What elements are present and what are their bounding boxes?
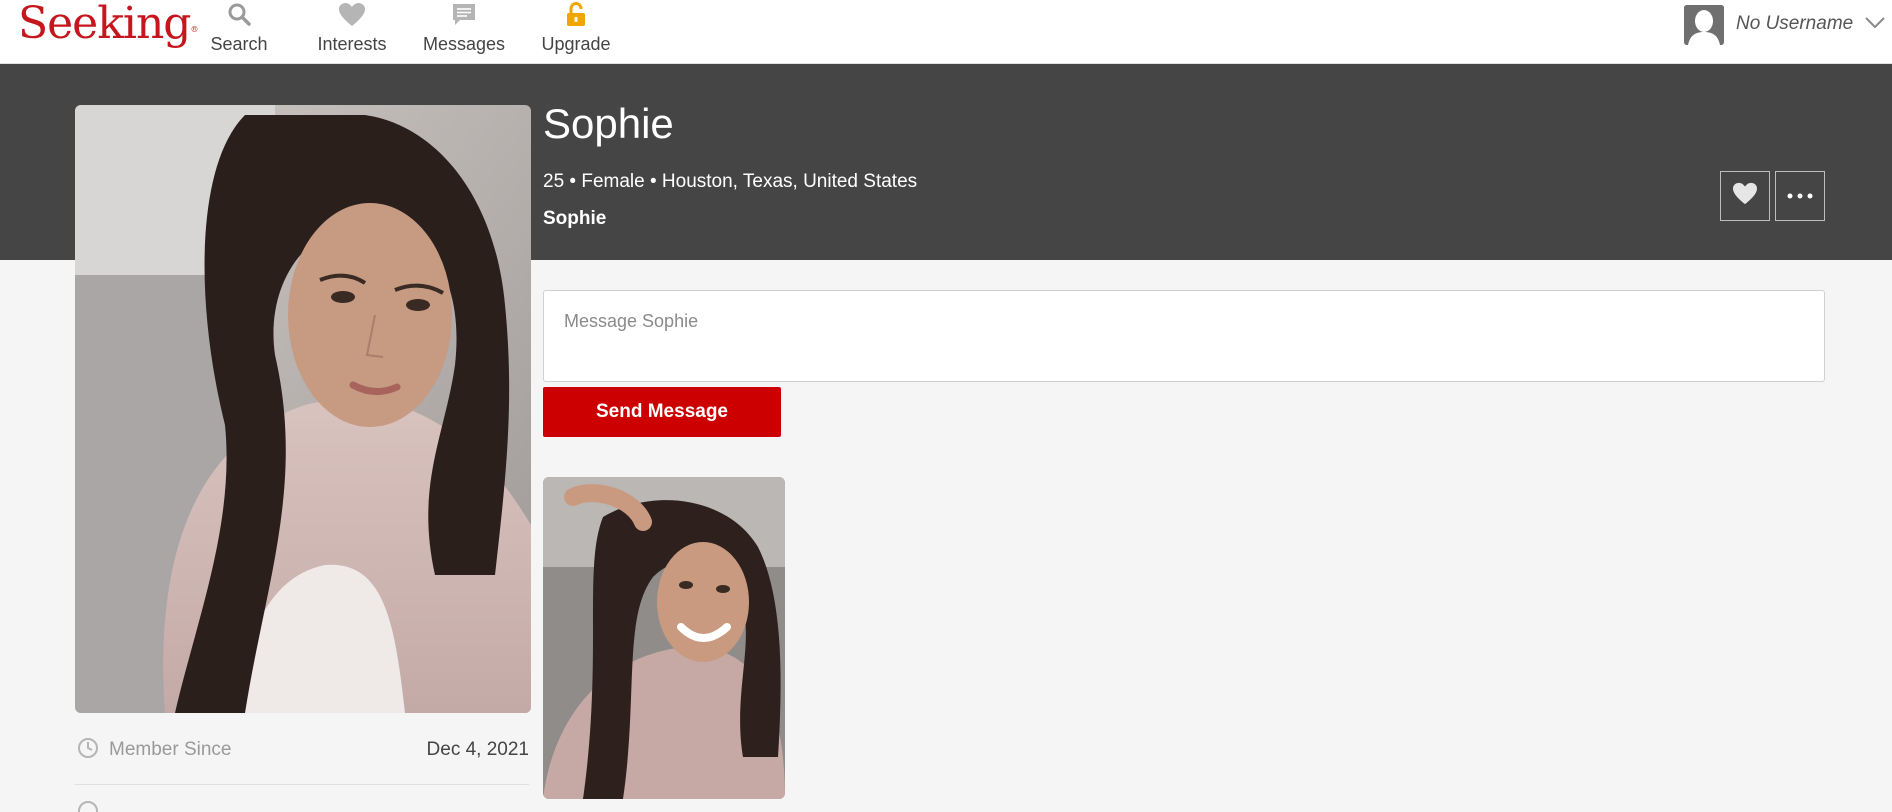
send-message-button[interactable]: Send Message bbox=[543, 387, 781, 437]
profile-meta: 25 • Female • Houston, Texas, United Sta… bbox=[543, 171, 918, 192]
nav-upgrade-label: Upgrade bbox=[541, 34, 611, 54]
message-input[interactable] bbox=[543, 290, 1825, 382]
logo[interactable]: Seeking® bbox=[18, 2, 198, 46]
nav-messages[interactable]: Messages bbox=[422, 0, 506, 64]
nav-interests[interactable]: Interests bbox=[310, 0, 394, 64]
clock-icon bbox=[77, 737, 99, 764]
lock-icon bbox=[564, 2, 588, 28]
nav-messages-label: Messages bbox=[422, 34, 506, 54]
profile-name: Sophie bbox=[543, 100, 674, 147]
member-since-value: Dec 4, 2021 bbox=[426, 739, 529, 760]
user-avatar[interactable] bbox=[1684, 5, 1724, 45]
nav-upgrade[interactable]: Upgrade bbox=[536, 0, 616, 64]
profile-photo-thumbnail[interactable] bbox=[543, 477, 785, 799]
favorite-button[interactable] bbox=[1720, 171, 1770, 221]
heart-icon bbox=[1732, 182, 1758, 211]
member-since-row: Member Since Dec 4, 2021 bbox=[75, 735, 529, 785]
profile-username: Sophie bbox=[543, 208, 607, 229]
member-since-label: Member Since bbox=[109, 739, 232, 760]
chevron-down-icon[interactable] bbox=[1864, 16, 1886, 35]
search-icon bbox=[226, 2, 252, 28]
top-nav: Seeking® Search Interests Messages Upgra… bbox=[0, 0, 1892, 64]
username-label[interactable]: No Username bbox=[1736, 13, 1853, 35]
nav-search[interactable]: Search bbox=[204, 0, 274, 64]
nav-search-label: Search bbox=[210, 34, 268, 54]
nav-interests-label: Interests bbox=[317, 34, 387, 54]
ellipsis-icon bbox=[1786, 187, 1814, 205]
heart-icon bbox=[338, 2, 366, 28]
more-options-button[interactable] bbox=[1775, 171, 1825, 221]
info-icon bbox=[77, 800, 99, 812]
avatar-silhouette-icon bbox=[1684, 5, 1724, 45]
message-icon bbox=[451, 2, 477, 28]
main-profile-photo[interactable] bbox=[75, 105, 531, 713]
